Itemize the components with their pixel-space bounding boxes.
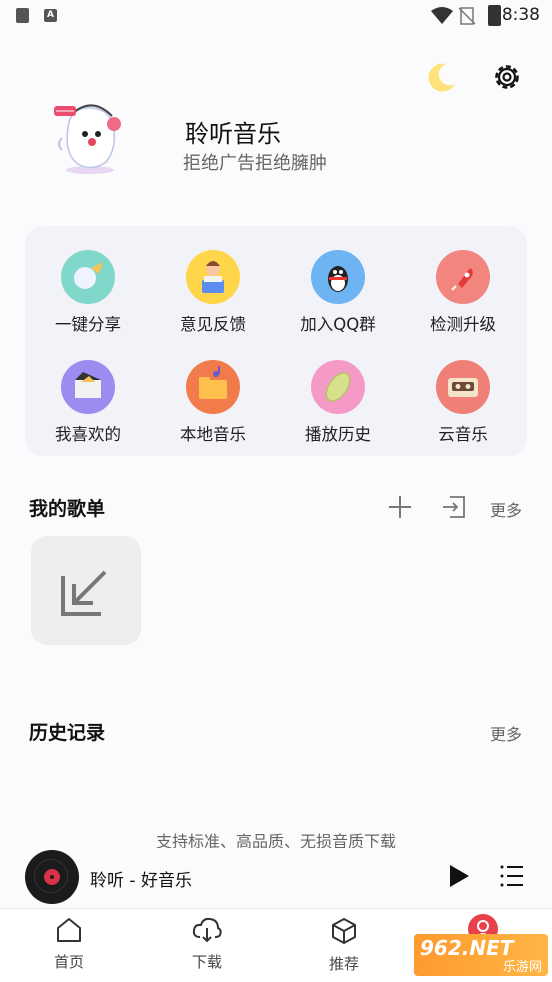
local-music-label: 本地音乐 [180, 425, 246, 444]
no-signal-icon [458, 7, 476, 25]
home-icon [57, 918, 81, 942]
favorites-label: 我喜欢的 [55, 425, 121, 444]
import-icon[interactable] [442, 495, 466, 519]
playlists-title: 我的歌单 [29, 498, 106, 520]
app-slogan: 拒绝广告拒绝臃肿 [183, 153, 327, 174]
app-notification-icon: A [44, 9, 57, 22]
tab-home-label: 首页 [53, 953, 84, 971]
favorites-icon [61, 360, 115, 414]
tab-recommend-label: 推荐 [328, 955, 359, 973]
gear-icon[interactable] [492, 62, 522, 92]
feedback-label: 意见反馈 [180, 315, 246, 334]
app-name: 聆听音乐 [185, 120, 281, 148]
import-playlist-tile[interactable] [31, 536, 141, 645]
favorites-button[interactable]: 我喜欢的 [25, 360, 151, 465]
notification-icon [16, 8, 29, 23]
feedback-button[interactable]: 意见反馈 [150, 250, 276, 355]
status-time: 8:38 [501, 5, 540, 25]
share-label: 一键分享 [55, 315, 121, 334]
disc-center [50, 875, 54, 879]
cube-icon [332, 917, 356, 945]
cloud-music-button[interactable]: 云音乐 [400, 360, 526, 465]
join-qq-group-button[interactable]: 加入QQ群 [275, 250, 401, 355]
album-disc[interactable] [25, 850, 79, 904]
playlist-queue-icon[interactable] [500, 864, 524, 888]
avatar[interactable] [48, 98, 128, 176]
tab-download-label: 下载 [191, 953, 222, 971]
share-button[interactable]: 一键分享 [25, 250, 151, 355]
battery-icon [488, 5, 501, 26]
player-title[interactable]: 聆听 - 好音乐 [90, 866, 192, 891]
history-more-link[interactable]: 更多 [490, 721, 522, 745]
qq-penguin-icon [311, 250, 365, 304]
status-bar: A 8:38 [0, 0, 552, 32]
feedback-icon [186, 250, 240, 304]
folder-icon [186, 360, 240, 414]
cloud-music-label: 云音乐 [438, 425, 488, 444]
history-title: 历史记录 [29, 722, 106, 744]
tab-recommend[interactable]: 推荐 [304, 917, 384, 974]
moon-icon[interactable] [424, 60, 458, 94]
check-update-label: 检测升级 [430, 315, 496, 334]
playlists-more-link[interactable]: 更多 [490, 497, 522, 521]
cloud-download-icon [192, 917, 222, 943]
history-icon [311, 360, 365, 414]
add-icon[interactable] [388, 495, 412, 519]
cassette-icon [436, 360, 490, 414]
play-history-label: 播放历史 [305, 425, 371, 444]
watermark-sub: 乐游网 [502, 960, 542, 975]
wifi-icon [431, 7, 453, 24]
local-music-button[interactable]: 本地音乐 [150, 360, 276, 465]
share-icon [61, 250, 115, 304]
check-update-button[interactable]: 检测升级 [400, 250, 526, 355]
play-icon[interactable] [448, 864, 470, 888]
tab-download[interactable]: 下载 [167, 917, 247, 972]
rocket-icon [436, 250, 490, 304]
play-history-button[interactable]: 播放历史 [275, 360, 401, 465]
import-arrow-icon [61, 570, 107, 616]
watermark-brand: 962.NET [420, 936, 514, 960]
feature-grid: 一键分享 意见反馈 加入QQ群 检测升级 我喜欢的 本地音乐 播放历史 云音乐 [25, 226, 527, 456]
join-qq-group-label: 加入QQ群 [300, 315, 376, 334]
tab-home[interactable]: 首页 [29, 917, 109, 972]
watermark-logo: 962.NET 乐游网 [414, 934, 548, 976]
